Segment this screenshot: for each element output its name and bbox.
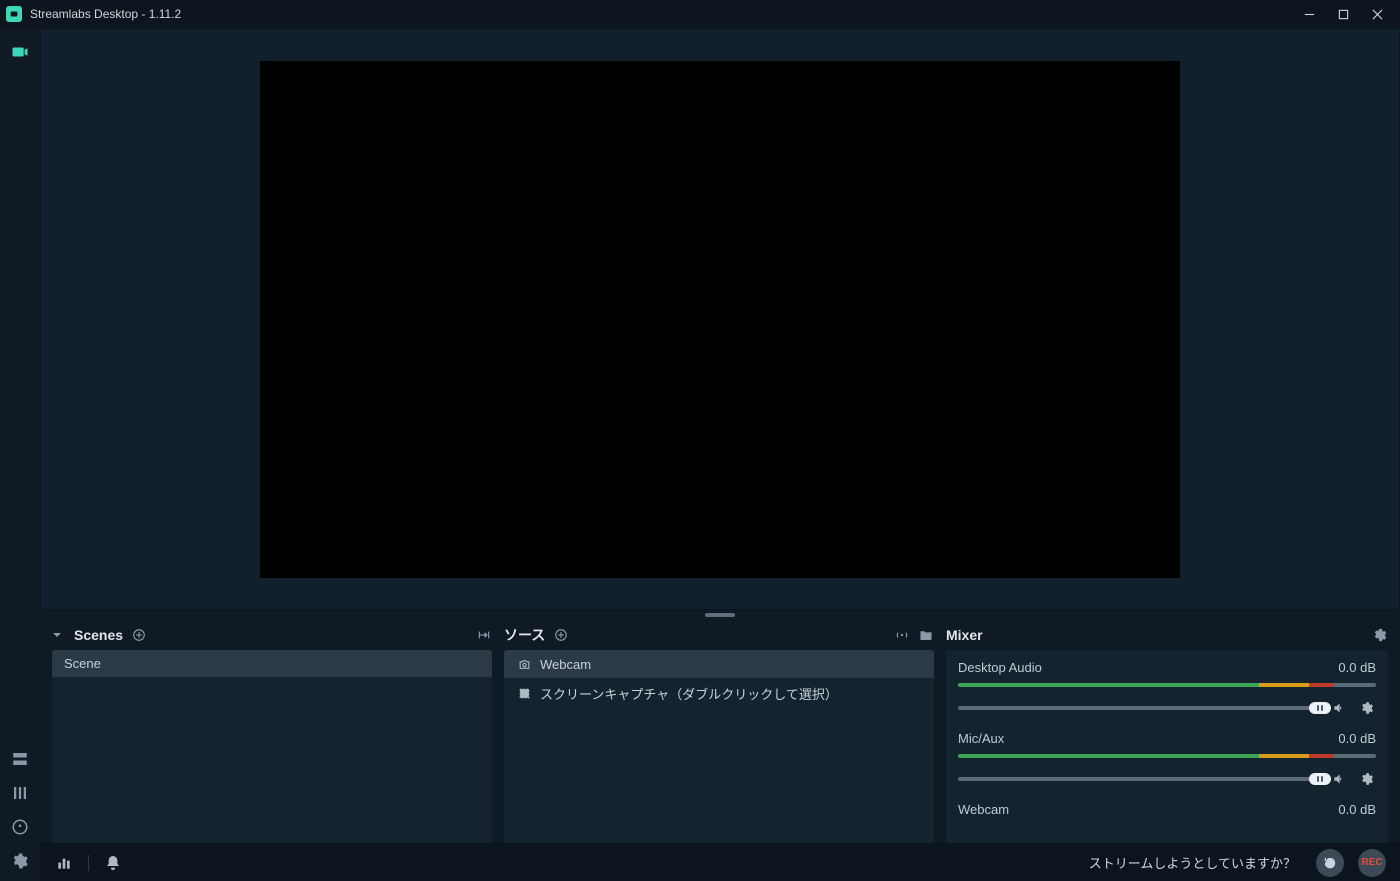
nav-themes[interactable] xyxy=(6,779,34,807)
record-button-label: REC xyxy=(1361,857,1382,868)
preview-area[interactable] xyxy=(40,28,1400,610)
add-source-button[interactable] xyxy=(553,627,569,643)
volume-thumb[interactable] xyxy=(1309,773,1331,785)
source-row-label: Webcam xyxy=(540,657,591,672)
select-box-icon xyxy=(516,686,532,702)
notifications-button[interactable] xyxy=(103,853,123,873)
source-folder-button[interactable] xyxy=(918,627,934,643)
stats-button[interactable] xyxy=(54,853,74,873)
mixer-panel: Mixer Desktop Audio 0.0 dB xyxy=(946,620,1388,843)
mixer-item-name: Webcam xyxy=(958,802,1009,817)
source-row-label: スクリーンキャプチャ（ダブルクリックして選択） xyxy=(540,684,838,703)
mixer-item: Mic/Aux 0.0 dB xyxy=(946,727,1388,798)
mute-button[interactable] xyxy=(1330,699,1348,717)
scenes-collapse-toggle[interactable] xyxy=(52,630,62,640)
titlebar: Streamlabs Desktop - 1.11.2 xyxy=(0,0,1400,28)
volume-thumb[interactable] xyxy=(1309,702,1331,714)
preview-canvas xyxy=(260,61,1180,578)
maximize-button[interactable] xyxy=(1326,0,1360,28)
scenes-panel: Scenes Scene xyxy=(52,620,492,843)
close-button[interactable] xyxy=(1360,0,1394,28)
volume-slider[interactable] xyxy=(958,777,1320,781)
app-title: Streamlabs Desktop - 1.11.2 xyxy=(30,7,181,21)
mixer-item-db: 0.0 dB xyxy=(1338,802,1376,817)
nav-settings[interactable] xyxy=(6,847,34,875)
footer-divider xyxy=(88,855,89,871)
mixer-title: Mixer xyxy=(946,627,983,643)
mixer-item: Desktop Audio 0.0 dB xyxy=(946,656,1388,727)
scene-row[interactable]: Scene xyxy=(52,650,492,677)
mixer-item-settings-button[interactable] xyxy=(1358,770,1376,788)
nav-layout[interactable] xyxy=(6,745,34,773)
camera-icon xyxy=(516,656,532,672)
source-row[interactable]: Webcam xyxy=(504,650,934,678)
panel-resize-handle[interactable] xyxy=(40,610,1400,620)
vu-meter xyxy=(958,683,1376,687)
nav-app-store[interactable] xyxy=(6,813,34,841)
mixer-item: Webcam 0.0 dB xyxy=(946,798,1388,835)
mixer-item-settings-button[interactable] xyxy=(1358,699,1376,717)
scenes-title: Scenes xyxy=(74,627,123,643)
sources-title: ソース xyxy=(504,625,545,645)
record-button[interactable]: REC xyxy=(1358,849,1386,877)
mixer-item-name: Mic/Aux xyxy=(958,731,1004,746)
undo-button[interactable] xyxy=(1316,849,1344,877)
volume-slider[interactable] xyxy=(958,706,1320,710)
nav-sidebar xyxy=(0,28,40,881)
mixer-settings-button[interactable] xyxy=(1372,627,1388,643)
stream-question-text: ストリームしようとしていますか？ xyxy=(1089,853,1296,872)
sources-panel: ソース xyxy=(504,620,934,843)
footer: ストリームしようとしていますか？ REC xyxy=(40,843,1400,881)
nav-editor[interactable] xyxy=(6,38,34,66)
mute-button[interactable] xyxy=(1330,770,1348,788)
scene-row-label: Scene xyxy=(64,656,101,671)
source-broadcast-icon[interactable] xyxy=(894,627,910,643)
minimize-button[interactable] xyxy=(1292,0,1326,28)
vu-meter xyxy=(958,754,1376,758)
add-scene-button[interactable] xyxy=(131,627,147,643)
mixer-item-db: 0.0 dB xyxy=(1338,660,1376,675)
mixer-item-name: Desktop Audio xyxy=(958,660,1042,675)
mixer-item-db: 0.0 dB xyxy=(1338,731,1376,746)
source-row[interactable]: スクリーンキャプチャ（ダブルクリックして選択） xyxy=(504,678,934,709)
scene-transition-button[interactable] xyxy=(476,627,492,643)
app-icon xyxy=(6,6,22,22)
